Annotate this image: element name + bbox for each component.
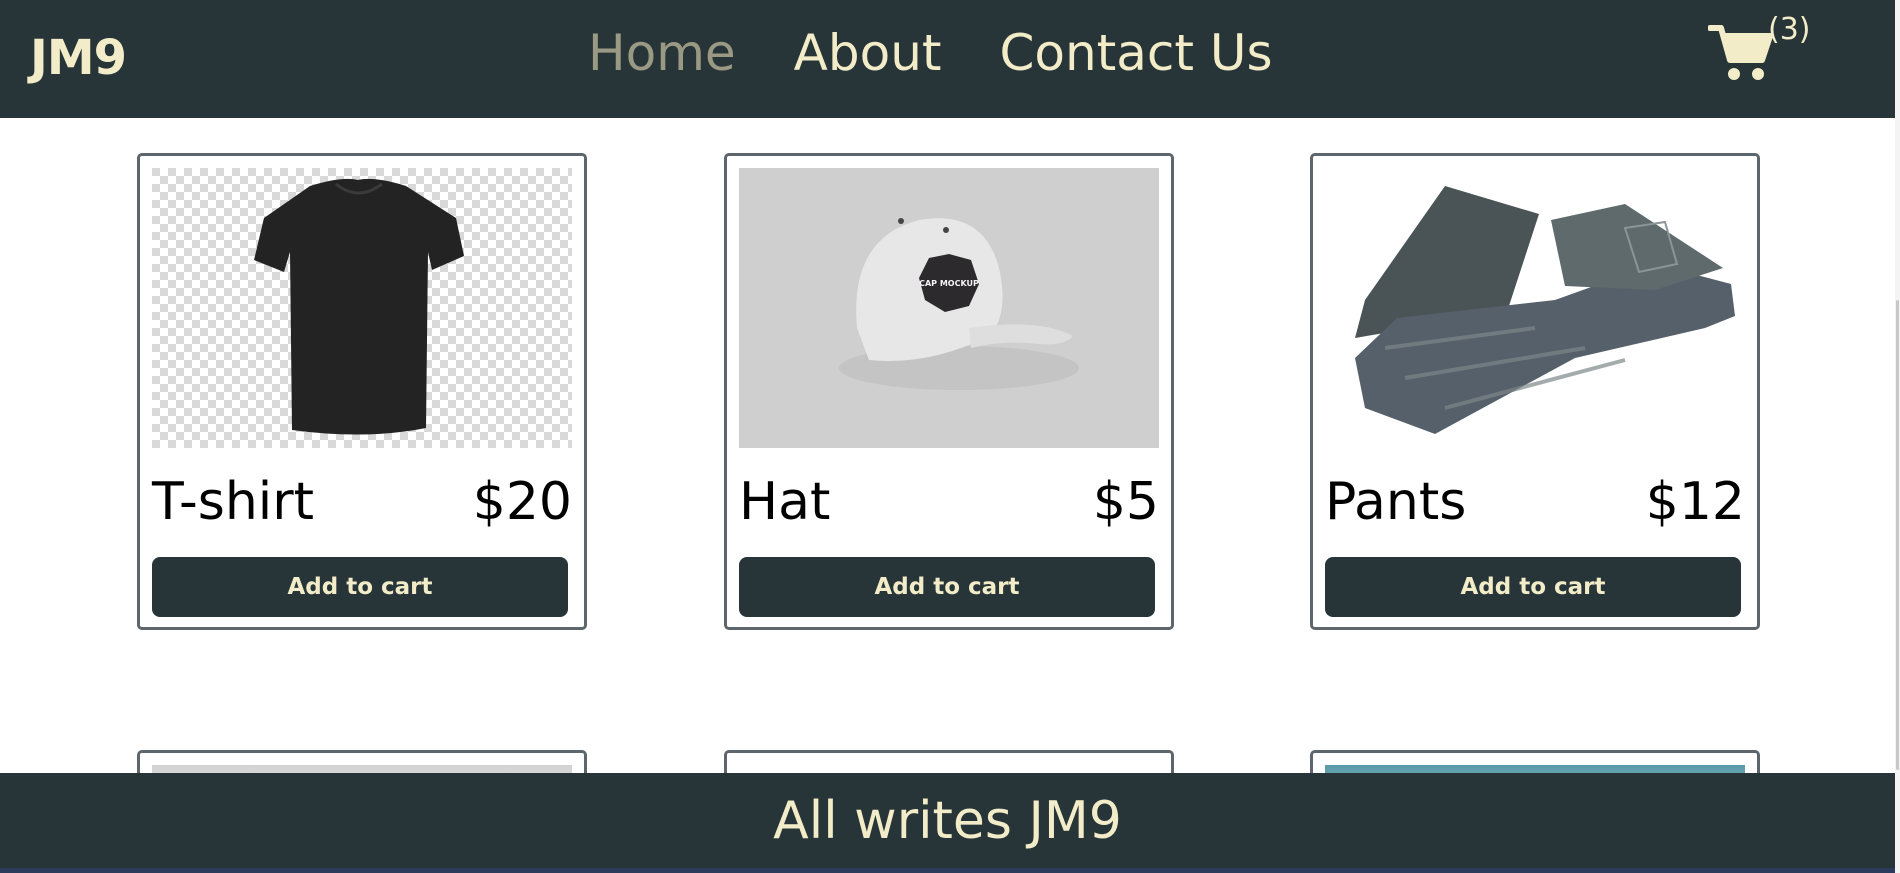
nav-contact[interactable]: Contact Us [999, 24, 1272, 82]
add-to-cart-button[interactable]: Add to cart [152, 557, 568, 617]
denim-jeans-image [1325, 168, 1745, 448]
scrollbar-thumb[interactable] [1896, 300, 1899, 770]
black-tshirt-image [152, 168, 572, 448]
product-card: CAP MOCKUP Hat $5 Add to cart [724, 153, 1174, 630]
product-card: Pants $12 Add to cart [1310, 153, 1760, 630]
footer-bottom-border [0, 868, 1895, 873]
product-price: $20 [472, 472, 572, 532]
white-cap-image: CAP MOCKUP [739, 168, 1159, 448]
nav-about[interactable]: About [794, 24, 942, 82]
footer-text: All writes JM9 [773, 791, 1122, 851]
product-name: Pants [1325, 472, 1467, 532]
cart-button[interactable]: (3) [1708, 12, 1811, 92]
shopping-cart-icon [1708, 25, 1773, 80]
page: JM9 Home About Contact Us (3) T-shirt $2… [0, 0, 1900, 873]
cap-logo-text: CAP MOCKUP [919, 279, 979, 288]
brand-logo[interactable]: JM9 [30, 30, 127, 86]
product-name: T-shirt [152, 472, 315, 532]
product-name: Hat [739, 472, 831, 532]
add-to-cart-button[interactable]: Add to cart [739, 557, 1155, 617]
footer: All writes JM9 [0, 773, 1895, 873]
product-card: T-shirt $20 Add to cart [137, 153, 587, 630]
main-nav: Home About Contact Us [588, 24, 1273, 82]
header: JM9 Home About Contact Us (3) [0, 0, 1895, 118]
product-price: $12 [1645, 472, 1745, 532]
add-to-cart-button[interactable]: Add to cart [1325, 557, 1741, 617]
nav-home[interactable]: Home [588, 24, 736, 82]
cart-count-badge: (3) [1768, 12, 1811, 47]
product-price: $5 [1092, 472, 1159, 532]
scrollbar[interactable] [1895, 0, 1900, 873]
